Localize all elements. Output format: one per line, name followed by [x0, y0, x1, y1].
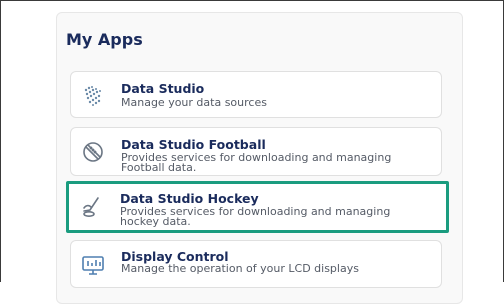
app-card-data-studio[interactable]: Data Studio Manage your data sources: [70, 71, 442, 118]
app-title: Data Studio: [121, 81, 205, 96]
data-studio-icon: [81, 84, 105, 108]
display-control-icon: [81, 253, 105, 277]
app-card-display-control[interactable]: Display Control Manage the operation of …: [70, 240, 442, 288]
app-card-data-studio-football[interactable]: Data Studio Football Provides services f…: [70, 127, 442, 176]
app-title: Data Studio Hockey: [120, 191, 259, 206]
app-card-data-studio-hockey[interactable]: Data Studio Hockey Provides services for…: [66, 181, 449, 233]
app-title: Data Studio Football: [121, 137, 266, 152]
app-description: Manage the operation of your LCD display…: [121, 262, 359, 275]
hockey-icon: [80, 195, 104, 219]
app-description: Provides services for downloading and ma…: [121, 151, 392, 174]
panel-title: My Apps: [66, 30, 143, 49]
football-icon: [81, 140, 105, 164]
app-description: Manage your data sources: [121, 96, 267, 109]
app-description: Provides services for downloading and ma…: [120, 205, 391, 228]
